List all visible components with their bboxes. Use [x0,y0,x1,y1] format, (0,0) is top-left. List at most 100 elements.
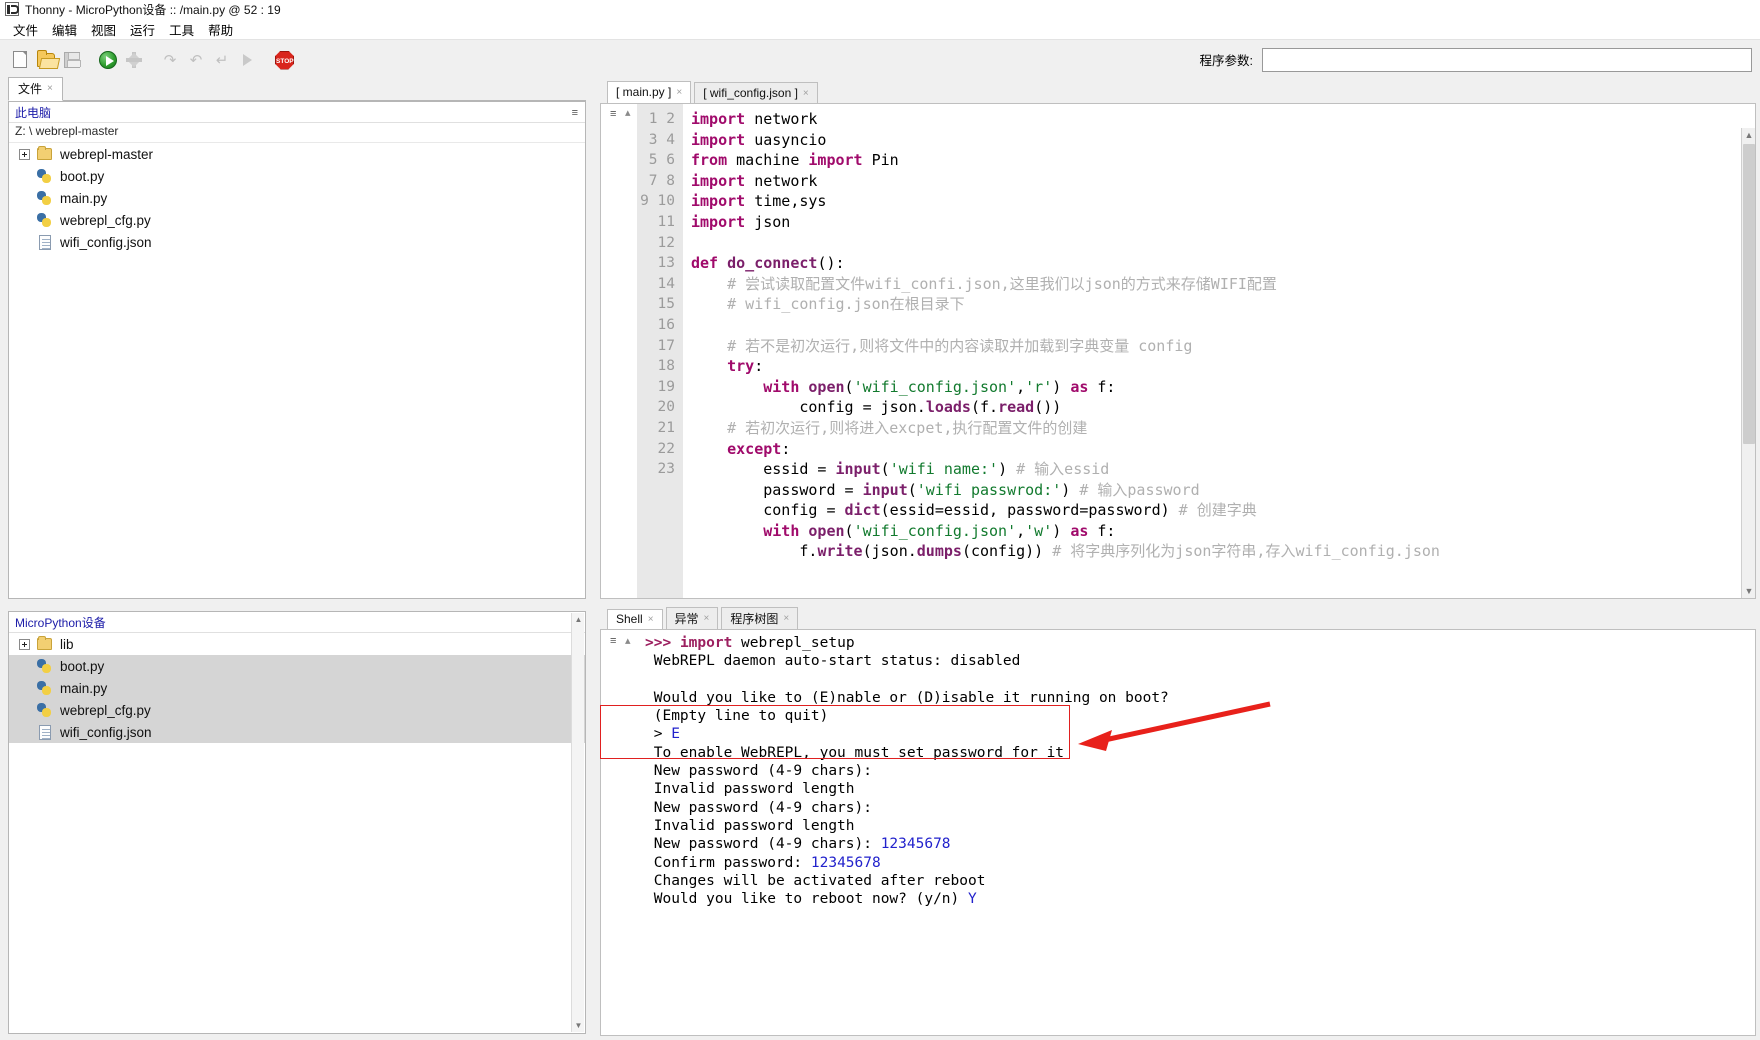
menu-file[interactable]: 文件 [6,19,45,40]
list-item-label: main.py [60,680,108,696]
shell-panel: Shell × 异常 × 程序树图 × ≡ ▴ >>> import webre… [600,607,1756,1036]
list-item[interactable]: webrepl-master [9,143,585,165]
menu-help[interactable]: 帮助 [201,19,240,40]
close-icon[interactable]: × [648,614,654,625]
list-item[interactable]: main.py [9,187,585,209]
program-arguments-input[interactable] [1262,47,1752,72]
step-over-icon[interactable]: ↷ [159,49,181,71]
menu-run[interactable]: 运行 [123,19,162,40]
tab-wifi-config-json[interactable]: [ wifi_config.json ] × [694,82,818,104]
shell-tabs: Shell × 异常 × 程序树图 × [600,607,1756,630]
editor-left-gutter: ≡ ▴ [601,104,637,598]
shell-menu-icon[interactable]: ≡ [610,635,616,647]
python-file-icon [36,212,54,228]
panel-menu-icon[interactable]: ≡ [572,107,579,119]
python-file-icon [36,168,54,184]
menu-edit[interactable]: 编辑 [45,19,84,40]
debug-icon[interactable] [123,49,145,71]
thonny-icon [5,2,19,16]
python-file-icon [36,680,54,696]
code-editor[interactable]: ≡ ▴ 1 2 3 4 5 6 7 8 9 10 11 12 13 14 15 … [600,103,1756,599]
scroll-up-icon[interactable]: ▲ [1742,128,1755,142]
device-tree-scrollbar[interactable]: ▲ ▼ [571,613,584,1032]
shell-output[interactable]: >>> import webrepl_setup WebREPL daemon … [637,630,1755,1035]
tab-exceptions[interactable]: 异常 × [665,607,719,630]
tab-shell[interactable]: Shell × [607,609,663,630]
list-item[interactable]: boot.py [9,165,585,187]
list-item-label: lib [60,636,74,652]
expand-icon[interactable] [19,638,30,650]
left-column: 文件 × 此电脑 ≡ Z: \ webrepl-master webrepl-m… [8,77,586,1034]
scroll-down-icon[interactable]: ▼ [572,1019,585,1032]
editor-scrollbar[interactable]: ▲ ▼ [1741,128,1755,598]
run-icon[interactable] [97,49,119,71]
editor-panel: [ main.py ] × [ wifi_config.json ] × ≡ ▴… [600,79,1756,599]
stop-icon[interactable]: STOP [273,49,295,71]
files-panel-tabs: 文件 × [8,77,586,101]
list-item[interactable]: wifi_config.json [9,721,585,743]
python-file-icon [36,190,54,206]
tab-main-py[interactable]: [ main.py ] × [607,81,692,104]
menu-tools[interactable]: 工具 [162,19,201,40]
close-icon[interactable]: × [783,613,789,624]
shell-left-gutter: ≡ ▴ [601,630,637,1035]
step-into-icon[interactable]: ↶ [185,49,207,71]
list-item[interactable]: boot.py [9,655,585,677]
list-item-label: boot.py [60,658,105,674]
tab-program-tree[interactable]: 程序树图 × [721,607,799,630]
files-tree[interactable]: 此电脑 ≡ Z: \ webrepl-master webrepl-master… [8,101,586,599]
workspace: 文件 × 此电脑 ≡ Z: \ webrepl-master webrepl-m… [0,77,1760,1040]
thonny-window: Thonny - MicroPython设备 :: /main.py @ 52 … [0,0,1760,1040]
tab-files-label: 文件 [18,82,43,96]
close-icon[interactable]: × [803,88,809,99]
tab-shell-label: Shell [616,612,643,626]
expand-icon[interactable] [19,148,30,160]
right-column: [ main.py ] × [ wifi_config.json ] × ≡ ▴… [600,79,1756,1036]
list-item[interactable]: lib [9,633,585,655]
python-file-icon [36,702,54,718]
toolbar: ↷ ↶ ↵ STOP 程序参数: [0,39,1760,79]
this-pc-label[interactable]: 此电脑 [15,104,51,121]
scroll-down-icon[interactable]: ▼ [1742,584,1755,598]
device-tree[interactable]: MicroPython设备 ≡ lib boot.py [8,611,586,1034]
step-out-icon[interactable]: ↵ [211,49,233,71]
list-item[interactable]: wifi_config.json [9,231,585,253]
list-item-label: webrepl-master [60,146,154,162]
device-tree-header: MicroPython设备 ≡ [9,612,585,633]
scrollbar-thumb[interactable] [1743,144,1755,444]
json-file-icon [36,234,54,250]
title-bar: Thonny - MicroPython设备 :: /main.py @ 52 … [0,0,1760,19]
list-item[interactable]: main.py [9,677,585,699]
scroll-up-icon[interactable]: ▲ [572,613,585,626]
editor-tabs: [ main.py ] × [ wifi_config.json ] × [600,79,1756,104]
window-title: Thonny - MicroPython设备 :: /main.py @ 52 … [25,2,281,17]
save-file-icon[interactable] [61,49,83,71]
device-title: MicroPython设备 [15,616,106,630]
list-item-label: boot.py [60,168,105,184]
files-path-breadcrumb: Z: \ webrepl-master [9,123,585,143]
line-number-gutter: 1 2 3 4 5 6 7 8 9 10 11 12 13 14 15 16 1… [637,104,683,598]
tab-main-py-label: [ main.py ] [616,85,672,99]
list-item[interactable]: webrepl_cfg.py [9,209,585,231]
close-icon[interactable]: × [676,87,682,98]
open-file-icon[interactable] [35,49,57,71]
list-item[interactable]: webrepl_cfg.py [9,699,585,721]
files-tree-header: 此电脑 ≡ [9,102,585,123]
device-panel: MicroPython设备 ≡ lib boot.py [8,611,586,1034]
resume-icon[interactable] [237,49,259,71]
close-icon[interactable]: × [47,83,53,94]
tab-files[interactable]: 文件 × [8,77,63,101]
close-icon[interactable]: × [704,613,710,624]
menu-view[interactable]: 视图 [84,19,123,40]
tab-exceptions-label: 异常 [674,612,699,626]
folder-icon [36,146,54,162]
code-content[interactable]: import network import uasyncio from mach… [683,104,1755,598]
new-file-icon[interactable] [9,49,31,71]
files-panel: 文件 × 此电脑 ≡ Z: \ webrepl-master webrepl-m… [8,77,586,599]
chevron-up-icon[interactable]: ▴ [625,634,631,647]
editor-menu-icon[interactable]: ≡ [610,109,616,120]
chevron-up-icon[interactable]: ▴ [625,108,631,119]
folder-icon [36,636,54,652]
shell-console[interactable]: ≡ ▴ >>> import webrepl_setup WebREPL dae… [600,629,1756,1036]
list-item-label: wifi_config.json [60,234,152,250]
